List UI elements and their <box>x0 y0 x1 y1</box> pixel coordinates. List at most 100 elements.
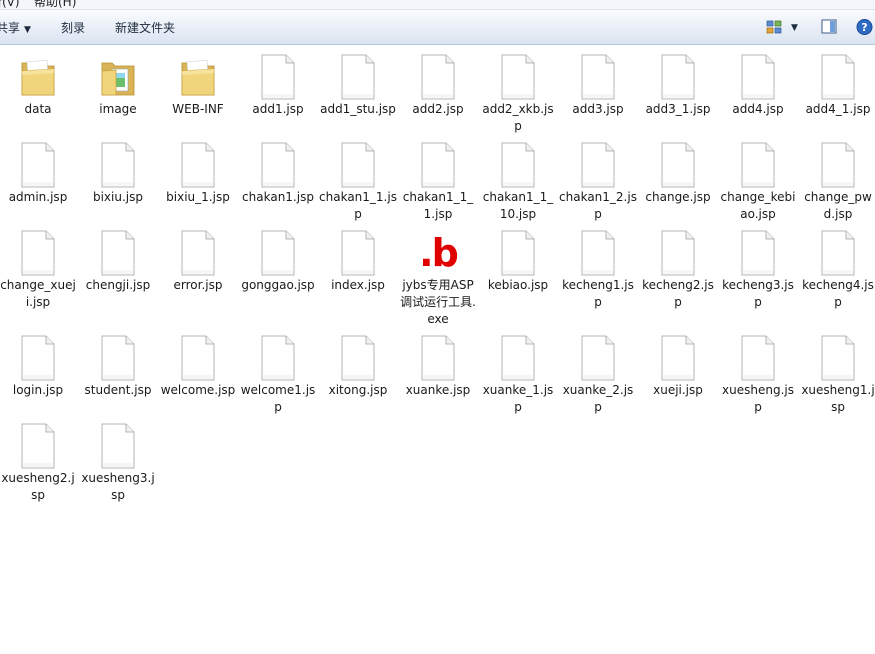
file-name-label: error.jsp <box>173 278 223 292</box>
command-bar: 共享 ▼ 刻录 新建文件夹 ▼ ? <box>0 10 875 45</box>
file-name-label: kecheng3.jsp <box>722 278 794 309</box>
file-item[interactable]: change_pwd.jsp <box>798 141 875 229</box>
file-item[interactable]: kebiao.jsp <box>478 229 558 334</box>
file-icon <box>574 334 622 382</box>
file-item[interactable]: add3_1.jsp <box>638 53 718 141</box>
menu-help[interactable]: 帮助(H) <box>34 0 76 9</box>
file-name-label: chakan1.jsp <box>242 190 314 204</box>
file-item[interactable]: admin.jsp <box>0 141 78 229</box>
file-item[interactable]: xitong.jsp <box>318 334 398 422</box>
file-item[interactable]: xuanke.jsp <box>398 334 478 422</box>
file-item[interactable]: chakan1.jsp <box>238 141 318 229</box>
file-item[interactable]: kecheng4.jsp <box>798 229 875 334</box>
file-icon <box>494 229 542 277</box>
file-icon <box>254 229 302 277</box>
file-icon <box>734 141 782 189</box>
share-button[interactable]: 共享 ▼ <box>0 19 31 37</box>
file-icon <box>574 53 622 101</box>
file-name-label: xitong.jsp <box>328 383 388 397</box>
file-item[interactable]: chakan1_1.jsp <box>318 141 398 229</box>
file-item[interactable]: change_xueji.jsp <box>0 229 78 334</box>
view-options-chevron-icon[interactable]: ▼ <box>791 23 798 45</box>
folder-item[interactable]: data <box>0 53 78 141</box>
file-item[interactable]: login.jsp <box>0 334 78 422</box>
file-icon <box>174 334 222 382</box>
file-name-label: chakan1_1.jsp <box>319 190 397 221</box>
preview-pane-button[interactable] <box>821 16 837 38</box>
burn-button[interactable]: 刻录 <box>61 19 85 37</box>
file-icon <box>14 229 62 277</box>
file-name-label: xuanke_1.jsp <box>482 383 554 414</box>
file-item[interactable]: bixiu.jsp <box>78 141 158 229</box>
change-view-button[interactable] <box>766 16 782 38</box>
file-name-label: gonggao.jsp <box>241 278 315 292</box>
file-item[interactable]: student.jsp <box>78 334 158 422</box>
file-name-label: chengji.jsp <box>85 278 151 292</box>
file-item[interactable]: xuesheng2.jsp <box>0 422 78 510</box>
file-item[interactable]: add4_1.jsp <box>798 53 875 141</box>
file-item[interactable]: kecheng3.jsp <box>718 229 798 334</box>
file-item[interactable]: welcome.jsp <box>158 334 238 422</box>
file-icon <box>494 141 542 189</box>
file-name-label: bixiu_1.jsp <box>166 190 230 204</box>
file-icon <box>414 334 462 382</box>
file-item[interactable]: add2_xkb.jsp <box>478 53 558 141</box>
file-item[interactable]: error.jsp <box>158 229 238 334</box>
file-item[interactable]: change_kebiao.jsp <box>718 141 798 229</box>
preview-pane-icon <box>821 19 837 34</box>
file-item[interactable]: add2.jsp <box>398 53 478 141</box>
file-icon <box>94 141 142 189</box>
file-item[interactable]: xuesheng3.jsp <box>78 422 158 510</box>
menu-view[interactable]: 看(V) <box>0 0 20 9</box>
file-name-label: add2_xkb.jsp <box>482 102 554 133</box>
file-item[interactable]: kecheng2.jsp <box>638 229 718 334</box>
file-icon <box>254 334 302 382</box>
file-icon <box>574 229 622 277</box>
file-name-label: xuesheng2.jsp <box>1 471 75 502</box>
file-item[interactable]: gonggao.jsp <box>238 229 318 334</box>
file-name-label: add4_1.jsp <box>805 102 871 116</box>
help-icon: ? <box>856 19 873 35</box>
file-icon <box>254 141 302 189</box>
exe-icon-text: .b <box>419 231 459 275</box>
file-item[interactable]: add3.jsp <box>558 53 638 141</box>
file-item[interactable]: .b jybs专用ASP调试运行工具.exe <box>398 229 478 334</box>
folder-item[interactable]: image <box>78 53 158 141</box>
file-icon <box>814 53 862 101</box>
folder-icon <box>94 53 142 101</box>
file-item[interactable]: xuesheng.jsp <box>718 334 798 422</box>
file-name-label: add2.jsp <box>412 102 464 116</box>
folder-item[interactable]: WEB-INF <box>158 53 238 141</box>
file-item[interactable]: add1_stu.jsp <box>318 53 398 141</box>
file-name-label: admin.jsp <box>8 190 68 204</box>
file-item[interactable]: add1.jsp <box>238 53 318 141</box>
file-name-label: xuanke.jsp <box>405 383 471 397</box>
file-item[interactable]: chakan1_1_10.jsp <box>478 141 558 229</box>
file-item[interactable]: change.jsp <box>638 141 718 229</box>
file-list-view[interactable]: data image WEB-INF add1.jsp add1_stu.jsp… <box>0 45 875 654</box>
file-item[interactable]: chakan1_2.jsp <box>558 141 638 229</box>
folder-icon <box>14 53 62 101</box>
file-name-label: change.jsp <box>645 190 711 204</box>
file-item[interactable]: kecheng1.jsp <box>558 229 638 334</box>
file-item[interactable]: xuanke_2.jsp <box>558 334 638 422</box>
file-icon <box>334 53 382 101</box>
file-icon <box>94 229 142 277</box>
file-name-label: change_kebiao.jsp <box>720 190 796 221</box>
file-item[interactable]: chakan1_1_1.jsp <box>398 141 478 229</box>
help-button[interactable]: ? <box>856 16 873 38</box>
file-name-label: kebiao.jsp <box>487 278 549 292</box>
file-icon <box>334 141 382 189</box>
file-item[interactable]: xueji.jsp <box>638 334 718 422</box>
file-item[interactable]: chengji.jsp <box>78 229 158 334</box>
share-label: 共享 <box>0 21 21 35</box>
new-folder-button[interactable]: 新建文件夹 <box>115 19 175 37</box>
file-item[interactable]: xuesheng1.jsp <box>798 334 875 422</box>
file-icon <box>574 141 622 189</box>
file-item[interactable]: bixiu_1.jsp <box>158 141 238 229</box>
file-item[interactable]: index.jsp <box>318 229 398 334</box>
file-icon <box>494 53 542 101</box>
file-item[interactable]: add4.jsp <box>718 53 798 141</box>
file-item[interactable]: welcome1.jsp <box>238 334 318 422</box>
file-item[interactable]: xuanke_1.jsp <box>478 334 558 422</box>
